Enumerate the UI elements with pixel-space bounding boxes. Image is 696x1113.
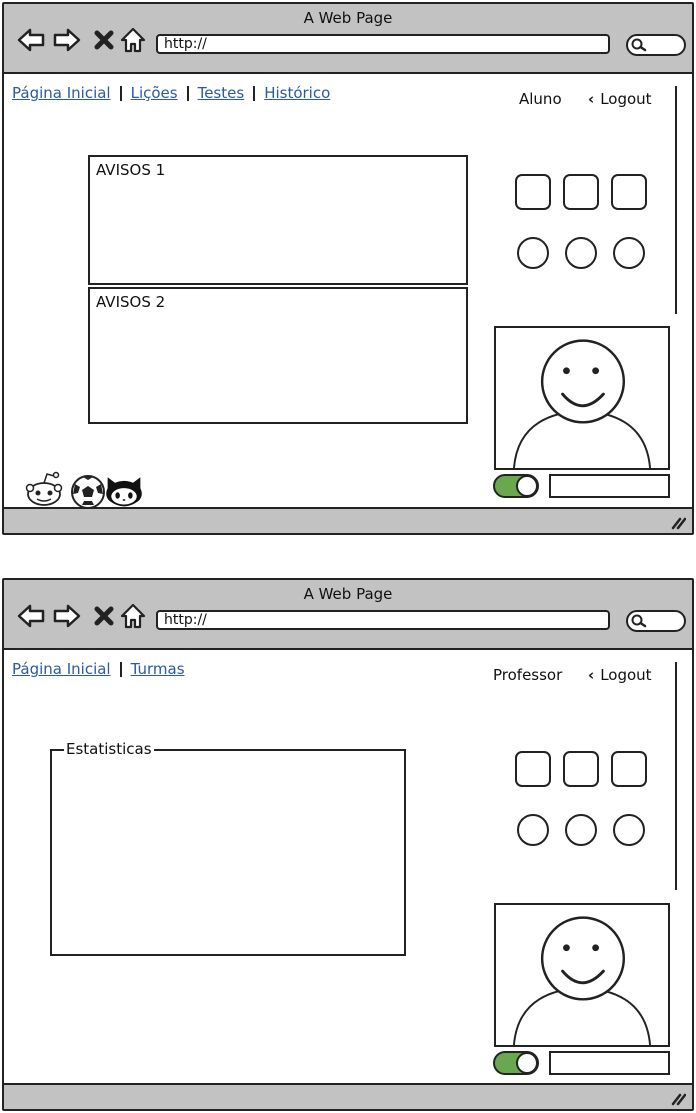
nav-separator: [186, 85, 189, 101]
github-icon[interactable]: [104, 470, 144, 510]
main-nav: Página Inicial Turmas: [12, 660, 185, 678]
teacher-browser-window: A Web Page http:// Página Inicial Turmas…: [2, 578, 694, 1111]
nav-link-testes[interactable]: Testes: [198, 84, 245, 102]
home-icon[interactable]: [118, 601, 148, 631]
vertical-scrollbar[interactable]: [675, 662, 677, 890]
nav-link-pagina-inicial[interactable]: Página Inicial: [12, 84, 111, 102]
resize-grip-icon[interactable]: [670, 1090, 687, 1106]
radio-button[interactable]: [613, 237, 645, 269]
text-field[interactable]: [549, 474, 670, 498]
stop-x-icon[interactable]: [90, 601, 120, 631]
square-button[interactable]: [563, 751, 599, 787]
search-icon: [631, 38, 647, 52]
radio-button[interactable]: [517, 814, 549, 846]
radio-button[interactable]: [613, 814, 645, 846]
smiley-face-icon: [512, 916, 652, 1045]
vertical-scrollbar[interactable]: [675, 86, 677, 314]
square-button[interactable]: [611, 174, 647, 210]
user-avatar: [494, 903, 670, 1047]
browser-statusbar: [4, 507, 692, 533]
panel-title: AVISOS 2: [96, 293, 166, 311]
student-browser-window: A Web Page http:// Página Inicial Lições…: [2, 2, 694, 535]
browser-titlebar: A Web Page http://: [4, 4, 692, 74]
nav-link-turmas[interactable]: Turmas: [131, 660, 185, 678]
browser-titlebar: A Web Page http://: [4, 580, 692, 650]
resize-grip-icon[interactable]: [670, 514, 687, 530]
nav-link-licoes[interactable]: Lições: [131, 84, 178, 102]
chevron-left-icon: ‹: [588, 666, 595, 684]
logout-label: Logout: [600, 666, 652, 684]
estatisticas-fieldset: Estatisticas: [50, 740, 406, 956]
user-role-label: Aluno: [519, 90, 562, 108]
nav-separator: [119, 661, 122, 677]
browser-statusbar: [4, 1083, 692, 1109]
panel-title: AVISOS 1: [96, 161, 166, 179]
browser-search-input[interactable]: [626, 34, 686, 56]
text-field[interactable]: [549, 1051, 670, 1075]
user-role-label: Professor: [493, 666, 563, 684]
main-nav: Página Inicial Lições Testes Histórico: [12, 84, 330, 102]
chevron-left-icon: ‹: [588, 90, 595, 108]
square-button[interactable]: [611, 751, 647, 787]
toggle-knob: [516, 1052, 538, 1074]
soccer-ball-icon[interactable]: [68, 470, 108, 510]
user-avatar: [494, 326, 670, 470]
reddit-icon[interactable]: [24, 470, 64, 510]
home-icon[interactable]: [118, 25, 148, 55]
avisos-panel-2: AVISOS 2: [88, 287, 468, 424]
toggle-switch[interactable]: [493, 474, 539, 498]
browser-search-input[interactable]: [626, 610, 686, 632]
logout-link[interactable]: ‹ Logout: [588, 666, 652, 684]
nav-link-pagina-inicial[interactable]: Página Inicial: [12, 660, 111, 678]
toggle-switch[interactable]: [493, 1051, 539, 1075]
radio-button[interactable]: [565, 814, 597, 846]
back-arrow-icon[interactable]: [16, 25, 46, 55]
logout-label: Logout: [600, 90, 652, 108]
url-input[interactable]: http://: [156, 610, 610, 630]
nav-separator: [253, 85, 256, 101]
radio-button[interactable]: [517, 237, 549, 269]
smiley-face-icon: [512, 339, 652, 468]
square-button[interactable]: [515, 174, 551, 210]
back-arrow-icon[interactable]: [16, 601, 46, 631]
nav-separator: [119, 85, 122, 101]
avisos-panel-1: AVISOS 1: [88, 155, 468, 285]
toggle-knob: [516, 475, 538, 497]
forward-arrow-icon[interactable]: [52, 601, 82, 631]
stop-x-icon[interactable]: [90, 25, 120, 55]
logout-link[interactable]: ‹ Logout: [588, 90, 652, 108]
square-button[interactable]: [515, 751, 551, 787]
search-icon: [631, 614, 647, 628]
forward-arrow-icon[interactable]: [52, 25, 82, 55]
nav-link-historico[interactable]: Histórico: [264, 84, 330, 102]
fieldset-legend: Estatisticas: [64, 740, 154, 758]
radio-button[interactable]: [565, 237, 597, 269]
url-input[interactable]: http://: [156, 34, 610, 54]
square-button[interactable]: [563, 174, 599, 210]
